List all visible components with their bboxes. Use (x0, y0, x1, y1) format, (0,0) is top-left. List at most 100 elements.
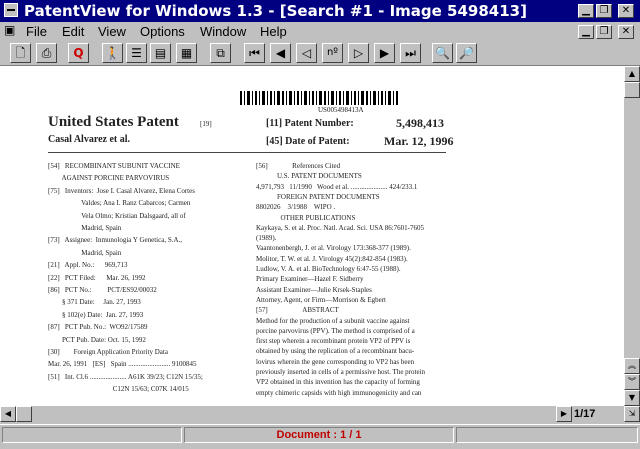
doc-text-line: U.S. PATENT DOCUMENTS (256, 172, 362, 181)
date-of-patent: Mar. 12, 1996 (384, 134, 454, 148)
text-view-icon[interactable]: ▤ (150, 43, 171, 63)
menu-file[interactable]: File (26, 24, 47, 39)
doc-text-line: C12N 15/63; C07K 14/015 (48, 385, 189, 394)
forward-icon[interactable]: ▷ (348, 43, 369, 63)
status-bar: Document : 1 / 1 (0, 424, 640, 445)
patent-header-code: [19] (200, 120, 212, 128)
status-text: Document : 1 / 1 (276, 429, 362, 441)
find-icon[interactable]: 🔎 (456, 43, 477, 63)
search-person-icon[interactable]: 🚶 (102, 43, 123, 63)
doc-close-button[interactable]: ✕ (618, 25, 634, 39)
doc-text-line: [54] RECOMBINANT SUBUNIT VACCINE (48, 162, 180, 170)
previous-page-icon[interactable]: ◀ (270, 43, 291, 63)
barcode-number: US005498413A (318, 106, 364, 114)
doc-text-line: first step wherein a recombinant protein… (256, 337, 411, 346)
window-title: PatentView for Windows 1.3 - [Search #1 … (24, 2, 527, 20)
doc-text-line: [57] ABSTRACT (256, 306, 339, 315)
page-down-button[interactable]: ︾ (624, 374, 640, 390)
page-up-button[interactable]: ︽ (624, 358, 640, 374)
menu-bar: ▣ File Edit View Options Window Help ▁ ❐… (0, 22, 640, 41)
vertical-scrollbar[interactable]: ▲ ︽ ︾ ▼ (624, 66, 640, 406)
stop-icon[interactable]: Q (68, 43, 89, 63)
patent-header-title: United States Patent (48, 114, 179, 130)
doc-text-line: OTHER PUBLICATIONS (256, 213, 356, 222)
toolbar: 🗋 ⎙ Q 🚶 ☰ ▤ ▦ ⧉ ⏮ ◀ ◁ nº ▷ ▶ ⏭ 🔍 🔎 (0, 41, 640, 66)
doc-text-line: [73] Assignee: Inmunologia Y Genetica, S… (48, 236, 183, 245)
menu-view[interactable]: View (98, 24, 126, 39)
doc-text-line: [75] Inventors: Jose I. Casal Alvarez, E… (48, 186, 195, 195)
document-icon[interactable]: ▣ (4, 23, 15, 37)
doc-text-line: Madrid, Spain (48, 224, 122, 232)
doc-text-line: (1989). (256, 234, 277, 243)
doc-text-line: AGAINST PORCINE PARVOVIRUS (48, 174, 170, 183)
doc-text-line: [21] Appl. No.: 969,713 (48, 261, 128, 270)
doc-text-line: Mar. 26, 1991 [ES] Spain ...............… (48, 360, 197, 369)
scroll-thumb[interactable] (624, 82, 640, 98)
zoom-icon[interactable]: 🔍 (432, 43, 453, 63)
new-icon[interactable]: 🗋 (10, 43, 31, 63)
scroll-down-button[interactable]: ▼ (624, 390, 640, 406)
menu-window[interactable]: Window (200, 24, 246, 39)
doc-minimize-button[interactable]: ▁ (578, 25, 594, 39)
scroll-left-button[interactable]: ◀ (0, 406, 16, 422)
doc-text-line: [51] Int. Cl.6 ..................... A61… (48, 372, 203, 381)
print-icon[interactable]: ⎙ (36, 43, 57, 63)
doc-text-line: Valdes; Ana I. Ranz Cabarcos; Carmen (48, 199, 191, 208)
scroll-up-button[interactable]: ▲ (624, 66, 640, 82)
restore-button[interactable]: ❐ (596, 4, 612, 18)
doc-text-line: previously inserted in cells of a permis… (256, 368, 426, 376)
image-view-icon[interactable]: ▦ (176, 43, 197, 63)
corner-button[interactable]: ⇲ (624, 406, 640, 422)
first-page-icon[interactable]: ⏮ (244, 43, 265, 63)
status-cell-right (456, 427, 638, 443)
status-cell-left (2, 427, 182, 443)
title-bar: PatentView for Windows 1.3 - [Search #1 … (0, 0, 640, 22)
doc-text-line: Vaantonenbergh, J. et al. Virology 173:3… (256, 244, 411, 253)
doc-text-line: VP2 obtained in this invention has the c… (256, 378, 420, 387)
doc-text-line: PCT Pub. Date: Oct. 15, 1992 (48, 335, 146, 344)
doc-text-line: Kaykaya, S. et al. Proc. Natl. Acad. Sci… (256, 223, 424, 232)
doc-text-line: [87] PCT Pub. No.: WO92/17589 (48, 323, 148, 332)
menu-options[interactable]: Options (140, 24, 185, 39)
doc-text-line: [22] PCT Filed: Mar. 26, 1992 (48, 273, 146, 282)
patent-image-view[interactable]: US005498413A United States Patent [19] C… (0, 66, 624, 406)
inventor-line: Casal Alvarez et al. (48, 134, 131, 145)
doc-text-line: [86] PCT No.: PCT/ES92/00032 (48, 286, 157, 294)
doc-text-line: [30] Foreign Application Priority Data (48, 348, 168, 356)
system-menu-icon[interactable] (4, 3, 18, 17)
doc-text-line: Vela Olmo; Kristian Dalsgaard, all of (48, 211, 186, 220)
list-icon[interactable]: ☰ (126, 43, 147, 63)
doc-text-line: § 102(e) Date: Jan. 27, 1993 (48, 310, 144, 319)
scroll-right-button[interactable]: ▶ (556, 406, 572, 422)
doc-text-line: FOREIGN PATENT DOCUMENTS (256, 192, 380, 201)
doc-text-line: Attorney, Agent, or Firm—Morrison & Egbe… (256, 295, 387, 304)
menu-help[interactable]: Help (260, 24, 287, 39)
horizontal-scrollbar[interactable]: ◀ ▶ 1/17 ⇲ (0, 406, 640, 422)
doc-text-line: Method for the production of a subunit v… (256, 316, 410, 325)
doc-text-line: 8802026 3/1988 WIPO . (256, 203, 336, 212)
doc-text-line: Ludlow, V. A. et al. BioTechnology 6:47-… (256, 265, 401, 273)
doc-text-line: lovirus wherein the gene corresponding t… (256, 357, 415, 366)
close-button[interactable]: ✕ (618, 4, 634, 18)
back-icon[interactable]: ◁ (296, 43, 317, 63)
doc-text-line: obtained by using the replication of a r… (256, 347, 415, 356)
next-page-icon[interactable]: ▶ (374, 43, 395, 63)
doc-text-line: Madrid, Spain (48, 248, 122, 257)
hscroll-thumb[interactable] (16, 406, 32, 422)
last-page-icon[interactable]: ⏭ (400, 43, 421, 63)
patent-number-label: [11] Patent Number: (266, 118, 354, 129)
copy-icon[interactable]: ⧉ (210, 43, 231, 63)
menu-edit[interactable]: Edit (62, 24, 84, 39)
status-cell-center: Document : 1 / 1 (184, 427, 454, 443)
goto-page-icon[interactable]: nº (322, 43, 343, 63)
doc-restore-button[interactable]: ❐ (596, 25, 612, 39)
page-indicator: 1/17 (574, 408, 596, 420)
doc-text-line: porcine parvovirus (PPV). The method is … (256, 326, 415, 335)
patent-number: 5,498,413 (396, 116, 444, 130)
doc-text-line: § 371 Date: Jan. 27, 1993 (48, 298, 141, 307)
minimize-button[interactable]: ▁ (578, 4, 594, 18)
doc-text-line: Molitor, T. W. et al. J. Virology 45(2):… (256, 254, 408, 263)
doc-text-line: 4,971,793 11/1990 Wood et al. ..........… (256, 182, 418, 191)
doc-text-line: Primary Examiner—Hazel F. Sidberry (256, 275, 364, 284)
doc-text-line: Assistant Examiner—Julie Krsek-Staples (256, 285, 372, 294)
